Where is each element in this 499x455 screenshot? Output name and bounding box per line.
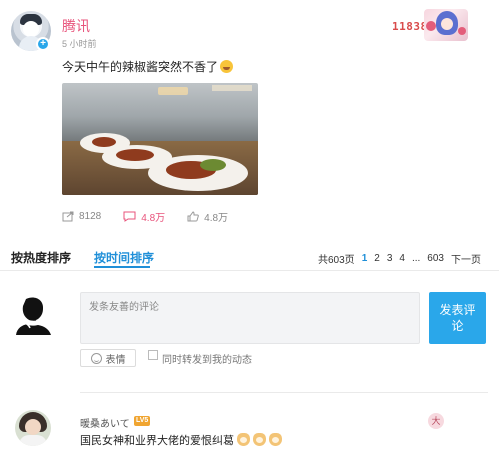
post-stats: 8128 4.8万 4.8万 (62, 209, 250, 224)
next-page-link[interactable]: 下一页 (451, 251, 481, 266)
comment-placeholder: 发条友善的评论 (89, 302, 159, 313)
fan-badge-image[interactable] (424, 9, 468, 41)
share-label[interactable]: 同时转发到我的动态 (162, 351, 252, 366)
emoji-button[interactable]: 表情 (80, 349, 136, 367)
vip-badge-icon: + (36, 37, 50, 51)
forward-count: 8128 (79, 211, 102, 222)
page-3[interactable]: 3 (387, 253, 393, 264)
dog-emoji-icon (253, 433, 266, 446)
commenter-avatar[interactable] (15, 410, 51, 446)
tab-divider (0, 270, 499, 271)
like-button[interactable]: 4.8万 (187, 209, 228, 224)
smirk-emoji-icon (220, 60, 234, 73)
comment-count: 4.8万 (141, 213, 166, 224)
comment-text: 国民女神和业界大佬的爱恨纠葛 (80, 432, 282, 448)
post-time: 5 小时前 (62, 39, 97, 49)
page-1[interactable]: 1 (362, 253, 368, 264)
post-text: 今天中午的辣椒酱突然不香了 (62, 58, 234, 75)
comment-divider (80, 392, 488, 393)
emoji-label: 表情 (105, 354, 126, 366)
dog-emoji-icon (237, 433, 250, 446)
send-comment-button[interactable]: 发表评论 (429, 292, 486, 344)
comment-input[interactable]: 发条友善的评论 (80, 292, 420, 344)
tab-sort-time[interactable]: 按时间排序 (94, 249, 154, 266)
post-image[interactable] (62, 83, 258, 195)
author-name[interactable]: 腾讯 (62, 16, 90, 36)
page-4[interactable]: 4 (399, 253, 405, 264)
page-total: 共603页 (318, 255, 355, 266)
page-2[interactable]: 2 (374, 253, 380, 264)
page-last[interactable]: 603 (427, 253, 444, 264)
pagination: 共603页 1 2 3 4 ... 603 下一页 (318, 251, 488, 266)
tab-sort-hot[interactable]: 按热度排序 (11, 249, 71, 266)
like-count: 4.8万 (204, 213, 229, 224)
commenter-medal: 大 (428, 413, 444, 429)
commenter-name[interactable]: 暖桑あいて (80, 415, 130, 430)
post-text-content: 今天中午的辣椒酱突然不香了 (62, 60, 219, 74)
page-ellipsis: ... (411, 253, 421, 264)
like-icon (187, 211, 199, 222)
forward-button[interactable]: 8128 (62, 211, 101, 222)
commenter-level-badge: LV5 (134, 416, 151, 426)
comment-icon (123, 211, 136, 222)
my-avatar[interactable] (14, 295, 52, 335)
forward-icon (62, 211, 74, 222)
share-checkbox[interactable] (148, 350, 158, 360)
dog-emoji-icon (269, 433, 282, 446)
comment-text-content: 国民女神和业界大佬的爱恨纠葛 (80, 435, 234, 447)
active-tab-indicator (94, 266, 150, 268)
smile-icon (90, 352, 102, 364)
comment-button[interactable]: 4.8万 (123, 209, 165, 224)
